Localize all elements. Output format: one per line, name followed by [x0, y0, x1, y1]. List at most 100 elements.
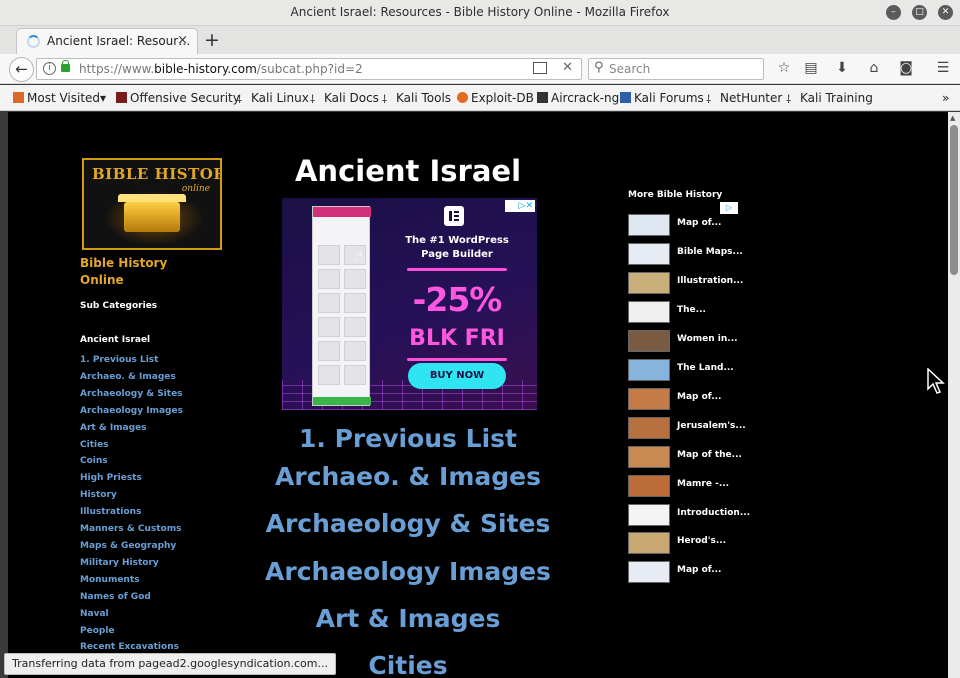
more-history-item[interactable]: Introduction... [628, 504, 788, 528]
bookmark-kali-forums[interactable]: Kali Forums [620, 91, 704, 105]
more-history-item-label[interactable]: Introduction... [677, 508, 750, 518]
ad-badge-icon[interactable]: ▷ [720, 202, 738, 214]
tab-ancient-israel[interactable]: Ancient Israel: Resour… × [16, 28, 198, 54]
bookmark-offensive-security[interactable]: Offensive Security [116, 91, 240, 105]
thumbnail-image[interactable] [628, 243, 670, 265]
more-history-item[interactable]: The... [628, 301, 788, 325]
bookmark-kali-docs[interactable]: ⸸ Kali Docs [310, 91, 379, 106]
bookmarks-overflow-chevron[interactable]: » [942, 91, 949, 105]
thumbnail-image[interactable] [628, 446, 670, 468]
sidebar-link[interactable]: Naval [80, 606, 183, 623]
advertisement-banner[interactable]: ☝ ▷✕ The #1 WordPress Page Builder -25% … [282, 198, 537, 410]
sidebar-link[interactable]: Military History [80, 555, 183, 572]
sidebar-link[interactable]: Illustrations [80, 504, 183, 521]
thumbnail-image[interactable] [628, 388, 670, 410]
more-history-item-label[interactable]: The... [677, 305, 706, 315]
more-history-item[interactable]: Bible Maps... [628, 243, 788, 267]
downloads-icon[interactable]: ⬇ [833, 59, 851, 77]
sidebar-link[interactable]: History [80, 487, 183, 504]
more-history-item-label[interactable]: The Land... [677, 363, 734, 373]
thumbnail-image[interactable] [628, 532, 670, 554]
more-history-item-label[interactable]: Herod's... [677, 536, 726, 546]
sidebar-link[interactable]: Maps & Geography [80, 538, 183, 555]
url-bar[interactable]: i https://www.bible-history.com/subcat.p… [36, 58, 582, 80]
thumbnail-image[interactable] [628, 214, 670, 236]
main-link-previous-list[interactable]: 1. Previous List [208, 424, 608, 453]
site-name-link[interactable]: Bible History Online [80, 255, 167, 289]
thumbnail-image[interactable] [628, 301, 670, 323]
main-link-art-images[interactable]: Art & Images [208, 604, 608, 633]
thumbnail-image[interactable] [628, 330, 670, 352]
more-history-item[interactable]: Illustration... [628, 272, 788, 296]
sidebar-link[interactable]: Archaeology Images [80, 403, 183, 420]
more-history-item[interactable]: Map of... [628, 388, 788, 412]
more-history-item[interactable]: Women in... [628, 330, 788, 354]
scroll-up-icon[interactable]: ▲ [950, 114, 955, 122]
sidebar-link[interactable]: Manners & Customs [80, 521, 183, 538]
adchoices-icon[interactable]: ▷✕ [505, 200, 535, 212]
more-history-item[interactable]: Jerusalem's... [628, 417, 788, 441]
close-window-icon[interactable]: ✕ [938, 5, 953, 20]
thumbnail-image[interactable] [628, 561, 670, 583]
main-link-archaeology-sites[interactable]: Archaeology & Sites [208, 509, 608, 538]
sidebar-link[interactable]: High Priests [80, 470, 183, 487]
more-history-item-label[interactable]: Illustration... [677, 276, 743, 286]
more-history-item[interactable]: Herod's... [628, 532, 788, 556]
minimize-icon[interactable]: – [886, 5, 901, 20]
pocket-icon[interactable]: ◙ [897, 59, 915, 77]
reading-list-icon[interactable]: ▤ [802, 59, 820, 77]
sidebar-link[interactable]: Art & Images [80, 420, 183, 437]
thumbnail-image[interactable] [628, 475, 670, 497]
sidebar-link[interactable]: Names of God [80, 589, 183, 606]
more-history-item-label[interactable]: Jerusalem's... [677, 421, 746, 431]
more-history-item[interactable]: Mamre -... [628, 475, 788, 499]
thumbnail-image[interactable] [628, 504, 670, 526]
bookmark-most-visited[interactable]: Most Visited▾ [13, 91, 106, 105]
new-tab-button[interactable]: + [204, 29, 220, 51]
home-icon[interactable]: ⌂ [865, 59, 883, 77]
more-history-item[interactable]: The Land... [628, 359, 788, 383]
sidebar-link[interactable]: Monuments [80, 572, 183, 589]
more-history-item-label[interactable]: Mamre -... [677, 479, 729, 489]
scrollbar-thumb[interactable] [950, 125, 958, 275]
sidebar-link[interactable]: 1. Previous List [80, 352, 183, 369]
ad-buy-now-button[interactable]: BUY NOW [408, 363, 506, 389]
bookmark-nethunter[interactable]: ⸸ NetHunter [706, 91, 782, 106]
bookmark-kali-training[interactable]: ⸸ Kali Training [786, 91, 873, 106]
more-history-item-label[interactable]: Map of... [677, 218, 721, 228]
sidebar-link[interactable]: Archaeology & Sites [80, 386, 183, 403]
site-logo[interactable]: BIBLE HISTORY online [82, 158, 222, 250]
sidebar-link[interactable]: People [80, 623, 183, 640]
stop-loading-icon[interactable]: ✕ [562, 60, 573, 75]
more-history-item-label[interactable]: Map of... [677, 392, 721, 402]
thumbnail-image[interactable] [628, 417, 670, 439]
tab-close-icon[interactable]: × [177, 33, 188, 48]
logo-title: BIBLE HISTORY [92, 165, 220, 183]
more-history-item-label[interactable]: Women in... [677, 334, 738, 344]
maximize-icon[interactable]: □ [912, 5, 927, 20]
sidebar-link[interactable]: Archaeo. & Images [80, 369, 183, 386]
more-history-item-label[interactable]: Bible Maps... [677, 247, 743, 257]
bookmark-aircrack-ng[interactable]: Aircrack-ng [537, 91, 619, 105]
more-history-item[interactable]: Map of... [628, 561, 788, 585]
bookmark-kali-linux[interactable]: ⸸ Kali Linux [237, 91, 309, 106]
more-history-item-label[interactable]: Map of the... [677, 450, 742, 460]
search-input[interactable]: ⚲ Search [588, 58, 764, 80]
more-history-item-label[interactable]: Map of... [677, 565, 721, 575]
bookmark-kali-tools[interactable]: ⸸ Kali Tools [382, 91, 451, 106]
main-link-archaeology-images[interactable]: Archaeology Images [208, 557, 608, 586]
back-button[interactable]: ← [9, 57, 34, 82]
more-history-item[interactable]: Map of... [628, 214, 788, 238]
url-text[interactable]: https://www.bible-history.com/subcat.php… [79, 62, 363, 76]
thumbnail-image[interactable] [628, 272, 670, 294]
sidebar-link[interactable]: Coins [80, 453, 183, 470]
bookmark-exploit-db[interactable]: Exploit-DB [457, 91, 534, 105]
more-history-item[interactable]: Map of the... [628, 446, 788, 470]
sidebar-link[interactable]: Cities [80, 437, 183, 454]
thumbnail-image[interactable] [628, 359, 670, 381]
bookmark-star-icon[interactable]: ☆ [775, 59, 793, 77]
menu-icon[interactable]: ☰ [934, 59, 952, 77]
site-info-icon[interactable]: i [43, 62, 56, 75]
main-link-archaeo-images[interactable]: Archaeo. & Images [208, 462, 608, 491]
reader-view-icon[interactable] [533, 62, 547, 74]
